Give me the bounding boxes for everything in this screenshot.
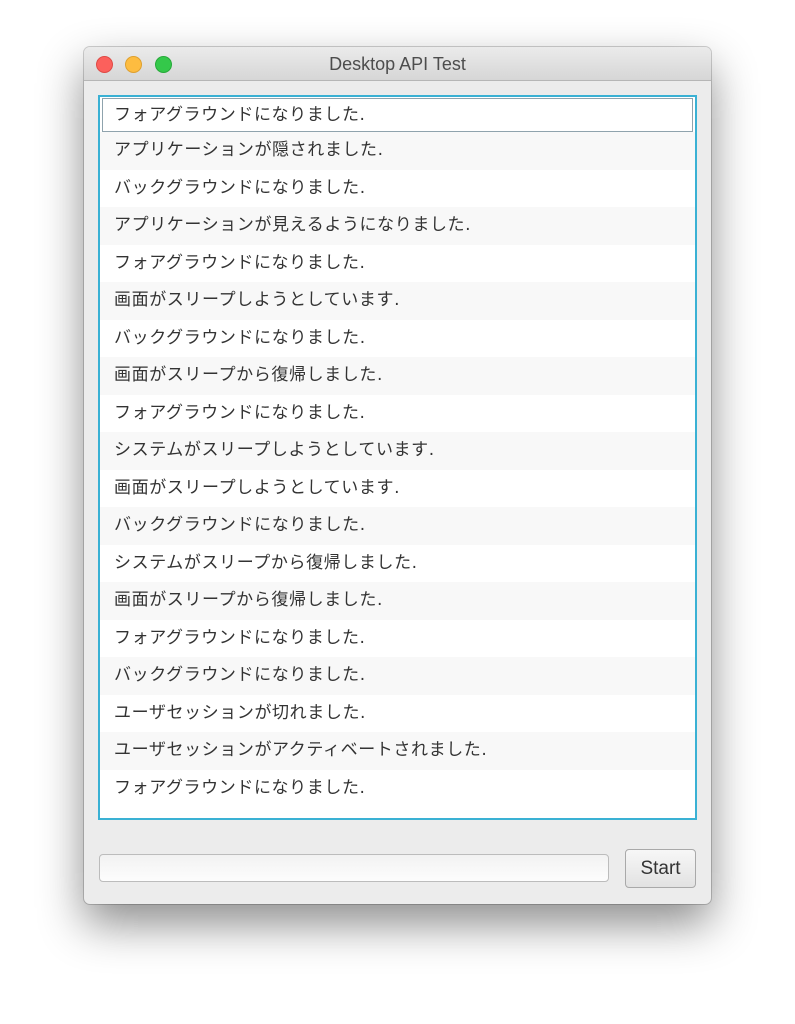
log-list-item[interactable]: 画面がスリープから復帰しました. (100, 582, 695, 620)
log-list-item[interactable]: バックグラウンドになりました. (100, 169, 695, 207)
log-list-item[interactable]: ユーザセッションが切れました. (100, 694, 695, 732)
log-list-item[interactable]: フォアグラウンドになりました. (100, 394, 695, 432)
log-list-item[interactable]: 画面がスリープしようとしています. (100, 282, 695, 320)
log-list-item[interactable]: バックグラウンドになりました. (100, 507, 695, 545)
progress-bar (99, 854, 609, 882)
log-list-item[interactable]: 画面がスリープしようとしています. (100, 469, 695, 507)
log-list-item[interactable]: システムがスリープしようとしています. (100, 432, 695, 470)
log-list-item[interactable]: ユーザセッションがアクティベートされました. (100, 732, 695, 770)
title-bar[interactable]: Desktop API Test (84, 47, 711, 81)
log-list-item[interactable]: フォアグラウンドになりました. (100, 619, 695, 657)
log-list-item[interactable]: アプリケーションが隠されました. (100, 132, 695, 170)
log-list-item[interactable]: バックグラウンドになりました. (100, 657, 695, 695)
log-list-item[interactable]: フォアグラウンドになりました. (102, 98, 693, 132)
app-window: Desktop API Test フォアグラウンドになりました. アプリケーション… (84, 47, 711, 904)
log-list-item[interactable]: フォアグラウンドになりました. (100, 244, 695, 282)
log-list-item[interactable]: バックグラウンドになりました. (100, 319, 695, 357)
log-list-item[interactable]: 画面がスリープから復帰しました. (100, 357, 695, 395)
log-list-item[interactable]: フォアグラウンドになりました. (100, 769, 695, 807)
event-log-list[interactable]: フォアグラウンドになりました. アプリケーションが隠されました. バックグラウンドに… (98, 95, 697, 820)
window-title: Desktop API Test (329, 54, 466, 74)
start-button[interactable]: Start (625, 849, 696, 888)
log-list-item[interactable]: システムがスリープから復帰しました. (100, 544, 695, 582)
log-list-item[interactable]: アプリケーションが見えるようになりました. (100, 207, 695, 245)
